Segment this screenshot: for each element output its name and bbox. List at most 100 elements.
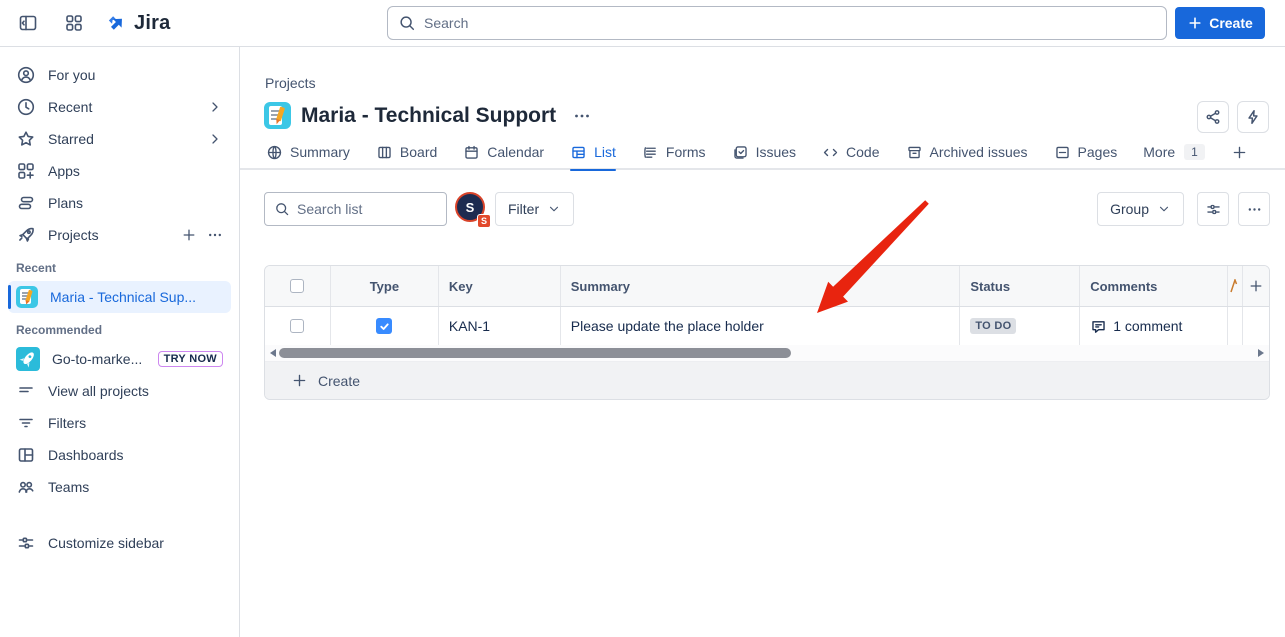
create-issue-label: Create <box>318 373 360 389</box>
tab-label: Code <box>846 144 879 160</box>
project-tabs: Summary Board Calendar List Forms Issues… <box>240 136 1285 170</box>
sidebar-item-starred[interactable]: Starred <box>8 123 231 155</box>
chevron-down-icon <box>547 202 561 216</box>
teams-icon <box>16 477 36 497</box>
tab-more[interactable]: More 1 <box>1143 135 1205 169</box>
collapse-sidebar-button[interactable] <box>12 7 44 39</box>
tab-label: Archived issues <box>930 144 1028 160</box>
sidebar-item-recent[interactable]: Recent <box>8 91 231 123</box>
tab-label: Forms <box>666 144 706 160</box>
assignee-avatar[interactable]: S S <box>455 192 489 226</box>
app-grid-icon <box>64 13 84 33</box>
filter-dropdown[interactable]: Filter <box>495 192 574 226</box>
horizontal-scrollbar[interactable] <box>265 345 1269 362</box>
add-column-button[interactable] <box>1243 266 1269 306</box>
sidebar-item-label: Projects <box>48 227 169 243</box>
rocket-icon <box>16 225 36 245</box>
apps-icon <box>16 161 36 181</box>
tab-code[interactable]: Code <box>822 135 879 169</box>
column-header-status[interactable]: Status <box>960 266 1080 306</box>
ellipsis-icon <box>1246 201 1263 218</box>
breadcrumb[interactable]: Projects <box>265 75 316 91</box>
lightning-icon <box>1244 108 1262 126</box>
sidebar-item-projects[interactable]: Projects <box>8 219 231 251</box>
comment-icon <box>1090 318 1107 335</box>
add-tab-button[interactable] <box>1231 135 1248 169</box>
tab-issues[interactable]: Issues <box>732 135 796 169</box>
sidebar-item-recommended-project[interactable]: Go-to-marke... TRY NOW <box>8 343 231 375</box>
automation-button[interactable] <box>1237 101 1269 133</box>
tab-archived-issues[interactable]: Archived issues <box>906 135 1028 169</box>
global-search[interactable] <box>387 6 1167 40</box>
sidebar-item-recent-project[interactable]: Maria - Technical Sup... <box>8 281 231 313</box>
chevron-right-icon <box>207 99 223 115</box>
panel-collapse-icon <box>18 13 38 33</box>
list-lines-icon <box>16 381 36 401</box>
list-search-input[interactable] <box>297 201 427 217</box>
table-row[interactable]: KAN-1 Please update the place holder TO … <box>265 307 1269 345</box>
globe-icon <box>266 144 283 161</box>
tab-summary[interactable]: Summary <box>266 135 350 169</box>
global-search-input[interactable] <box>424 15 1156 31</box>
more-label: More <box>1143 144 1175 160</box>
sidebar-item-view-all-projects[interactable]: View all projects <box>8 375 231 407</box>
pages-icon <box>1054 144 1071 161</box>
sidebar-item-plans[interactable]: Plans <box>8 187 231 219</box>
column-header-summary[interactable]: Summary <box>561 266 961 306</box>
scrollbar-thumb[interactable] <box>279 348 791 358</box>
tab-label: Summary <box>290 144 350 160</box>
comments-link[interactable]: 1 comment <box>1090 318 1182 335</box>
plus-icon <box>1248 278 1264 294</box>
tab-label: Issues <box>756 144 796 160</box>
list-search[interactable] <box>264 192 447 226</box>
group-dropdown[interactable]: Group <box>1097 192 1184 226</box>
tab-pages[interactable]: Pages <box>1054 135 1118 169</box>
add-project-icon[interactable] <box>181 227 197 243</box>
tab-board[interactable]: Board <box>376 135 437 169</box>
title-more-button[interactable] <box>572 106 592 126</box>
sidebar-item-dashboards[interactable]: Dashboards <box>8 439 231 471</box>
tab-forms[interactable]: Forms <box>642 135 706 169</box>
issue-summary[interactable]: Please update the place holder <box>561 307 961 345</box>
sidebar-item-customize[interactable]: Customize sidebar <box>8 527 231 559</box>
row-checkbox[interactable] <box>290 319 304 333</box>
projects-more-icon[interactable] <box>207 227 223 243</box>
issue-key[interactable]: KAN-1 <box>439 307 561 345</box>
app-switcher-button[interactable] <box>58 7 90 39</box>
scroll-right-arrow[interactable] <box>1258 349 1264 357</box>
tab-list[interactable]: List <box>570 135 616 169</box>
tab-calendar[interactable]: Calendar <box>463 135 544 169</box>
sidebar-item-apps[interactable]: Apps <box>8 155 231 187</box>
column-header-key[interactable]: Key <box>439 266 561 306</box>
create-button-label: Create <box>1209 15 1253 31</box>
sidebar-item-filters[interactable]: Filters <box>8 407 231 439</box>
jira-logo[interactable]: Jira <box>106 12 170 35</box>
share-icon <box>1204 108 1222 126</box>
view-settings-button[interactable] <box>1197 192 1229 226</box>
list-toolbar: S S Filter Group <box>264 192 1270 226</box>
search-icon <box>398 14 416 32</box>
create-button[interactable]: Create <box>1175 7 1265 39</box>
column-header-partial <box>1228 266 1243 306</box>
create-issue-row[interactable]: Create <box>265 362 1269 399</box>
column-header-type[interactable]: Type <box>331 266 439 306</box>
scroll-left-arrow[interactable] <box>270 349 276 357</box>
sidebar-item-label: For you <box>48 67 223 83</box>
search-icon <box>274 201 290 217</box>
board-icon <box>376 144 393 161</box>
column-header-comments[interactable]: Comments <box>1080 266 1228 306</box>
code-icon <box>822 144 839 161</box>
comment-count-label: 1 comment <box>1113 318 1182 334</box>
task-type-icon[interactable] <box>376 318 392 334</box>
status-badge[interactable]: TO DO <box>970 318 1016 334</box>
toolbar-more-button[interactable] <box>1238 192 1270 226</box>
sidebar-item-teams[interactable]: Teams <box>8 471 231 503</box>
dashboards-icon <box>16 445 36 465</box>
share-button[interactable] <box>1197 101 1229 133</box>
forms-icon <box>642 144 659 161</box>
sidebar-item-for-you[interactable]: For you <box>8 59 231 91</box>
try-now-badge[interactable]: TRY NOW <box>158 351 223 367</box>
sidebar-item-label: Teams <box>48 479 223 495</box>
customize-sliders-icon <box>16 533 36 553</box>
select-all-checkbox[interactable] <box>290 279 304 293</box>
